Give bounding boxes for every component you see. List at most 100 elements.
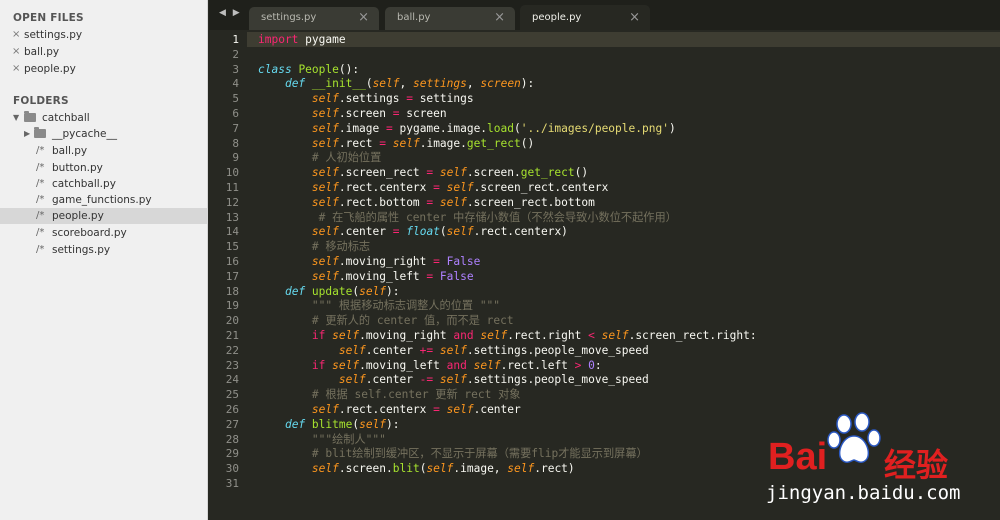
code-line[interactable]: """ 根据移动标志调整人的位置 """ <box>258 299 500 313</box>
open-file-item[interactable]: × people.py <box>0 61 208 77</box>
file-item[interactable]: /* game_functions.py <box>0 192 208 208</box>
code-line[interactable]: self.rect.centerx = self.center <box>258 403 521 417</box>
file-item-selected[interactable]: /* people.py <box>0 208 208 224</box>
code-token: pygame <box>298 33 346 46</box>
code-line[interactable]: self.moving_left = False <box>258 270 474 284</box>
code-line[interactable]: """绘制人""" <box>258 433 386 447</box>
line-number: 27 <box>225 417 239 431</box>
tab-close-icon[interactable]: × <box>629 10 640 25</box>
line-number: 12 <box>225 195 239 209</box>
open-file-item[interactable]: × settings.py <box>0 27 208 43</box>
code-token: (): <box>338 62 360 76</box>
open-file-label: settings.py <box>24 29 83 41</box>
collapsed-arrow-icon[interactable]: ▶ <box>24 126 30 142</box>
tab-settings[interactable]: settings.py × <box>249 7 379 30</box>
tab-people[interactable]: people.py × <box>520 5 650 30</box>
file-item[interactable]: /* catchball.py <box>0 176 208 192</box>
code-token: .rect.centerx) <box>473 225 568 239</box>
code-token: # 根据 self.center 更新 rect 对象 <box>311 388 521 402</box>
file-item[interactable]: /* ball.py <box>0 143 208 159</box>
code-token: and <box>453 329 474 342</box>
code-token: self <box>311 225 339 239</box>
line-number: 22 <box>225 343 239 357</box>
file-item[interactable]: /* scoreboard.py <box>0 225 208 241</box>
tab-close-icon[interactable]: × <box>358 10 369 25</box>
code-line[interactable]: # blit绘制到缓冲区，不显示于屏幕（需要flip才能显示到屏幕） <box>258 447 648 461</box>
code-token: ( <box>365 77 373 91</box>
code-token: screen <box>480 77 521 91</box>
code-token: ): <box>386 417 400 431</box>
code-line[interactable]: import pygame <box>258 33 346 47</box>
code-line[interactable]: self.settings = settings <box>258 92 474 106</box>
folder-catchball[interactable]: ▼ catchball <box>0 110 208 126</box>
code-line[interactable]: self.center += self.settings.people_move… <box>258 344 649 358</box>
baidu-watermark: Bai 经验 jingyan.baidu.com <box>764 410 1000 520</box>
code-line[interactable]: def blitme(self): <box>258 418 400 432</box>
folder-label: __pycache__ <box>52 128 117 140</box>
code-line[interactable]: self.screen_rect = self.screen.get_rect(… <box>258 166 588 180</box>
code-token: .screen <box>338 107 393 120</box>
code-line[interactable]: class People(): <box>258 63 359 77</box>
expanded-arrow-icon[interactable]: ▼ <box>13 110 19 126</box>
file-item[interactable]: /* button.py <box>0 160 208 176</box>
code-line[interactable]: self.center = float(self.rect.centerx) <box>258 225 568 239</box>
file-label: scoreboard.py <box>52 227 127 239</box>
code-line[interactable]: # 在飞船的属性 center 中存储小数值（不然会导致小数位不起作用） <box>258 211 677 225</box>
code-token: () <box>520 136 535 150</box>
code-token: .rect.left <box>500 358 575 372</box>
code-line[interactable]: self.rect = self.image.get_rect() <box>258 137 534 151</box>
code-token: .settings <box>338 92 407 106</box>
code-line[interactable]: self.image = pygame.image.load('../image… <box>258 122 676 136</box>
tab-close-icon[interactable]: × <box>494 10 505 25</box>
tab-nav-arrows-icon[interactable]: ◀ ▶ <box>219 8 242 18</box>
code-line[interactable]: self.screen = screen <box>258 107 447 121</box>
tab-ball[interactable]: ball.py × <box>385 7 515 30</box>
code-line[interactable]: if self.moving_left and self.rect.left >… <box>258 359 602 373</box>
code-token: import <box>258 33 299 46</box>
code-line[interactable]: self.center -= self.settings.people_move… <box>258 373 649 387</box>
line-number: 30 <box>225 462 239 476</box>
code-token: update <box>311 284 353 298</box>
close-icon[interactable]: × <box>12 61 20 77</box>
code-line[interactable]: # 人初始位置 <box>258 151 381 165</box>
code-line[interactable]: # 根据 self.center 更新 rect 对象 <box>258 388 521 402</box>
code-line[interactable]: if self.moving_right and self.rect.right… <box>258 329 757 343</box>
code-line[interactable]: def update(self): <box>258 285 400 299</box>
code-token: self <box>311 166 339 180</box>
code-line[interactable]: self.rect.centerx = self.screen_rect.cen… <box>258 181 608 195</box>
code-token: self <box>480 329 508 342</box>
line-number: 26 <box>225 403 239 416</box>
code-token: = <box>406 92 413 106</box>
code-line[interactable]: # 更新人的 center 值，而不是 rect <box>258 314 514 328</box>
open-file-label: ball.py <box>24 46 60 58</box>
code-token: def <box>284 417 306 431</box>
code-line[interactable]: def __init__(self, settings, screen): <box>258 77 534 91</box>
close-icon[interactable]: × <box>12 44 20 60</box>
code-token: self <box>311 136 339 150</box>
code-token: # 移动标志 <box>311 240 371 254</box>
open-file-item[interactable]: × ball.py <box>0 44 208 60</box>
code-line[interactable]: self.screen.blit(self.image, self.rect) <box>258 462 575 476</box>
code-token: People <box>298 62 339 76</box>
code-token: .center <box>473 403 521 416</box>
code-token: self <box>311 195 339 209</box>
code-token: .moving_right <box>338 255 434 268</box>
code-token: class <box>258 62 292 76</box>
folder-open-icon <box>24 111 36 122</box>
code-token: self <box>392 136 420 150</box>
code-line[interactable]: self.moving_right = False <box>258 255 480 269</box>
code-line[interactable]: # 移动标志 <box>258 240 370 254</box>
folder-pycache[interactable]: ▶ __pycache__ <box>0 126 208 142</box>
code-token: self <box>359 284 387 298</box>
file-icon: /* <box>36 178 45 189</box>
code-token: .center <box>365 343 420 357</box>
file-item[interactable]: /* settings.py <box>0 242 208 258</box>
close-icon[interactable]: × <box>12 27 20 43</box>
code-line[interactable]: self.rect.bottom = self.screen_rect.bott… <box>258 196 595 210</box>
